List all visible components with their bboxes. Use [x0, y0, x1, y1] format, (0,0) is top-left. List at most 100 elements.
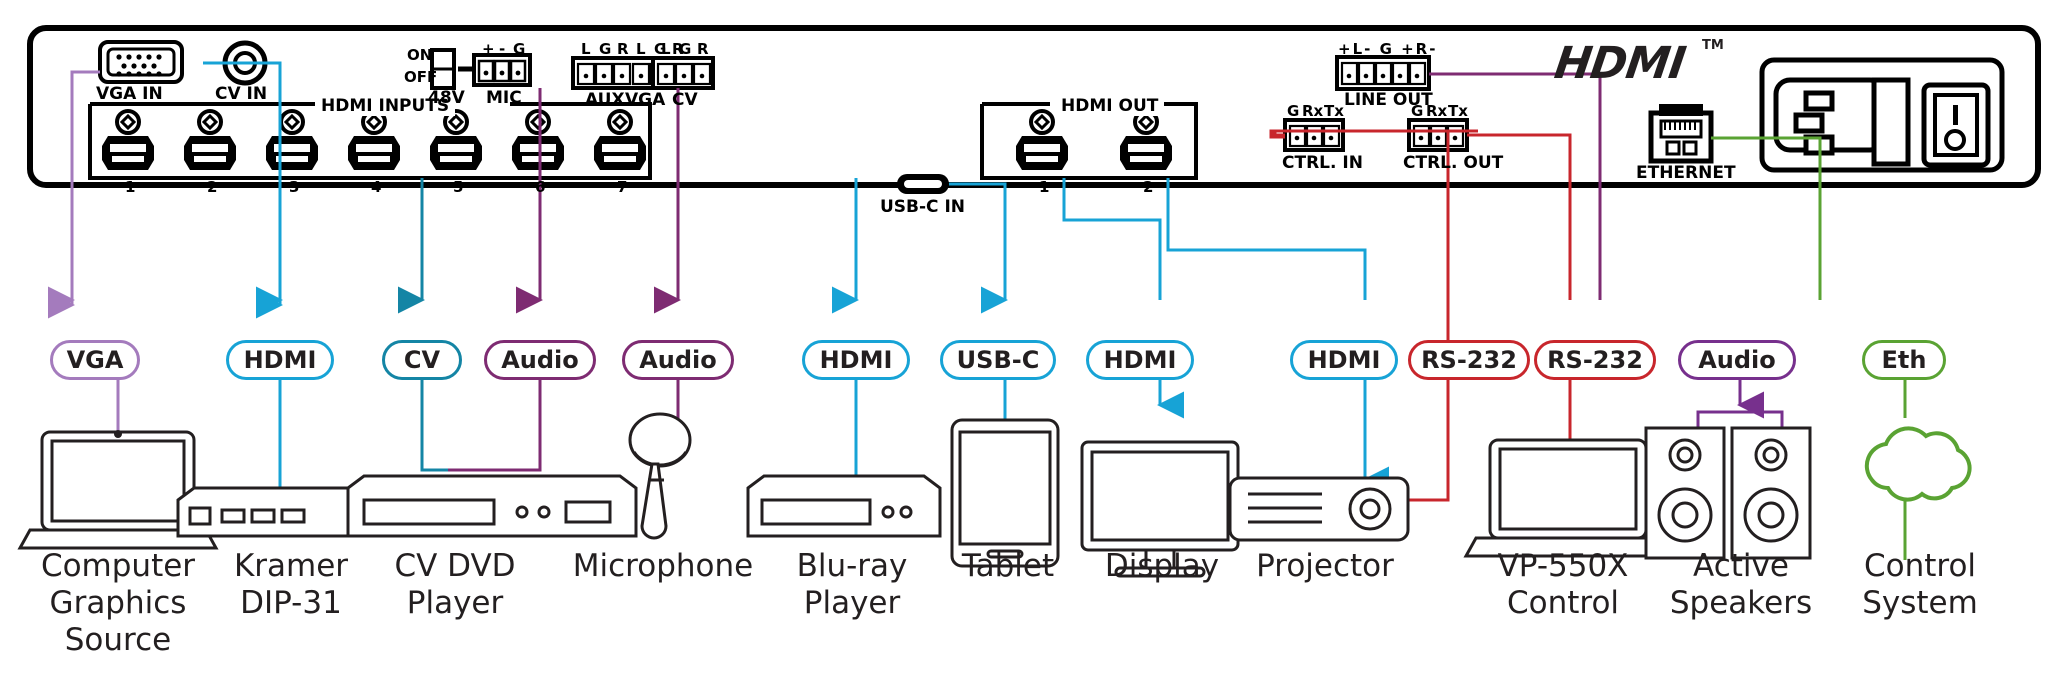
pill-audio-2[interactable]: Audio	[622, 340, 734, 380]
pill-audio-1[interactable]: Audio	[484, 340, 596, 380]
vgat-pin-l: L	[636, 40, 646, 58]
device-label-speakers: Active Speakers	[1648, 548, 1834, 622]
pill-hdmi-3[interactable]: HDMI	[1086, 340, 1194, 380]
pill-rs232-2[interactable]: RS-232	[1534, 340, 1656, 380]
hdmi-in-num-7: 7	[617, 178, 628, 196]
microphone-icon	[628, 412, 692, 540]
audio-terminal-blocks	[571, 56, 715, 90]
device-label-line: Control	[1863, 548, 1977, 584]
device-label-display: Display	[1072, 548, 1252, 585]
pill-hdmi-2[interactable]: HDMI	[802, 340, 910, 380]
pill-vga[interactable]: VGA	[50, 340, 140, 380]
label-switch-off: OFF	[404, 68, 438, 86]
hdmi-in-num-2: 2	[207, 178, 218, 196]
hdmi-in-num-3: 3	[289, 178, 300, 196]
device-label-line: Blu-ray	[796, 548, 908, 584]
hdmi-logo: HDMI	[1551, 38, 1689, 89]
label-ctrl-in: CTRL. IN	[1282, 153, 1363, 173]
device-label-line: Player	[406, 585, 504, 621]
device-label-control-system: Control System	[1830, 548, 2010, 622]
ctrl-in-pin-g: G	[1287, 102, 1300, 120]
pill-cv[interactable]: CV	[382, 340, 462, 380]
usb-c-in-connector	[897, 174, 949, 194]
pill-eth[interactable]: Eth	[1862, 340, 1946, 380]
label-hdmi-out: HDMI OUT	[1055, 96, 1165, 116]
ctrl-in-terminal	[1283, 118, 1345, 152]
pill-hdmi-1[interactable]: HDMI	[226, 340, 334, 380]
ctrl-out-terminal	[1407, 118, 1469, 152]
label-cv-in: CV IN	[215, 84, 268, 104]
device-label-line: Graphics	[49, 585, 187, 621]
cv-term-pin-r: R	[697, 40, 709, 58]
label-ctrl-out: CTRL. OUT	[1403, 153, 1504, 173]
device-label-dvd: CV DVD Player	[350, 548, 560, 622]
device-label-line: Microphone	[572, 548, 754, 584]
dvd-player-icon	[346, 474, 638, 538]
label-vga-group: VGA	[625, 90, 666, 110]
pill-rs232-1[interactable]: RS-232	[1408, 340, 1530, 380]
device-label-line: VP-550X	[1497, 548, 1629, 584]
hdmi-in-num-4: 4	[371, 178, 382, 196]
label-ethernet: ETHERNET	[1636, 163, 1736, 183]
line-out-terminal	[1335, 55, 1431, 91]
mic-pin-minus: -	[499, 40, 506, 58]
device-label-line: Computer	[40, 548, 196, 584]
device-label-line: System	[1862, 585, 1978, 621]
tablet-icon	[950, 418, 1060, 568]
ctrl-out-pin-rx: Rx	[1426, 102, 1448, 120]
ctrl-in-pin-rx: Rx	[1302, 102, 1324, 120]
speakers-icon	[1644, 410, 1812, 560]
device-label-line: Control	[1506, 585, 1620, 621]
mic-pin-g: G	[513, 40, 526, 58]
device-label-line: Display	[1104, 548, 1220, 584]
label-vga-in: VGA IN	[96, 84, 163, 104]
device-label-line: Player	[803, 585, 901, 621]
projector-icon	[1228, 476, 1410, 542]
bluray-player-icon	[746, 474, 942, 538]
pill-hdmi-4[interactable]: HDMI	[1290, 340, 1398, 380]
device-label-laptop: Computer Graphics Source	[10, 548, 226, 659]
device-label-vp550x: VP-550X Control	[1472, 548, 1654, 622]
hdmi-in-num-5: 5	[453, 178, 464, 196]
ethernet-connector	[1648, 104, 1714, 164]
label-aux-group: AUX	[585, 90, 625, 110]
device-label-line: Source	[64, 622, 172, 658]
device-label-line: Active	[1693, 548, 1789, 584]
hdmi-out-num-1: 1	[1039, 178, 1050, 196]
cv-term-pin-g: G	[679, 40, 692, 58]
label-usb-c-in: USB-C IN	[880, 197, 966, 217]
ctrl-out-pin-g: G	[1411, 102, 1424, 120]
device-label-microphone: Microphone	[548, 548, 778, 585]
label-48v: 48V	[428, 88, 465, 108]
line-out-pin-labels: +L- G +R-	[1338, 40, 1438, 58]
device-label-line: Speakers	[1669, 585, 1813, 621]
device-label-bluray: Blu-ray Player	[760, 548, 944, 622]
hdmi-in-num-6: 6	[535, 178, 546, 196]
ctrl-in-pin-tx: Tx	[1324, 102, 1344, 120]
mic-terminal	[472, 53, 532, 87]
aux-pin-g: G	[599, 40, 612, 58]
device-label-tablet: Tablet	[930, 548, 1086, 585]
pill-usb-c[interactable]: USB-C	[940, 340, 1056, 380]
hdmi-in-num-1: 1	[125, 178, 136, 196]
vp550x-icon	[1463, 438, 1673, 558]
label-switch-on: ON	[407, 46, 433, 64]
pill-audio-3[interactable]: Audio	[1678, 340, 1796, 380]
power-inlet-block	[1759, 57, 2005, 173]
vga-in-connector	[98, 40, 184, 84]
ctrl-out-pin-tx: Tx	[1448, 102, 1468, 120]
label-cv-group: CV	[672, 90, 698, 110]
control-system-cloud-icon	[1864, 426, 1972, 502]
aux-pin-r: R	[617, 40, 629, 58]
device-label-line: CV DVD	[394, 548, 516, 584]
label-mic: MIC	[486, 88, 522, 108]
mic-pin-plus: +	[482, 40, 495, 58]
device-label-line: Tablet	[961, 548, 1055, 584]
diagram-canvas: VGA IN CV IN HDMI INPUTS HDMI OUT USB-C …	[0, 0, 2068, 700]
hdmi-out-num-2: 2	[1143, 178, 1154, 196]
hdmi-logo-tm: TM	[1702, 38, 1724, 53]
aux-pin-l: L	[581, 40, 591, 58]
device-label-projector: Projector	[1230, 548, 1420, 585]
cv-term-pin-l: L	[661, 40, 671, 58]
device-label-line: Projector	[1256, 548, 1394, 584]
